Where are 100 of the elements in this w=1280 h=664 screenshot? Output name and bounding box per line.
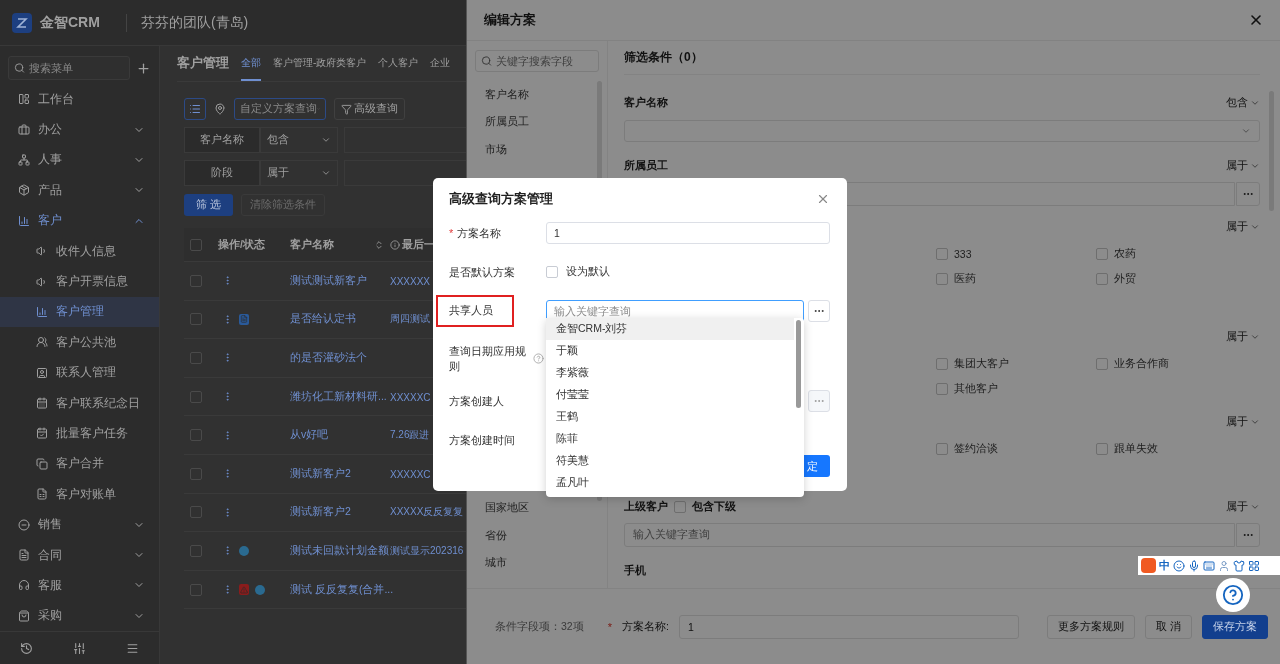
tab[interactable]: 企业 <box>430 56 451 81</box>
checkbox-option[interactable]: 医药 <box>936 266 1096 291</box>
customer-name-link[interactable]: 测试测试新客户 <box>290 273 367 286</box>
plus-icon[interactable] <box>136 60 151 76</box>
checkbox[interactable] <box>190 352 202 364</box>
shirt-icon[interactable] <box>1233 559 1245 572</box>
dropdown-option[interactable]: 王鹤 <box>546 406 794 428</box>
scheme-name-input[interactable]: 1 <box>678 614 1020 639</box>
more-button[interactable] <box>1236 182 1260 206</box>
sidebar-item[interactable]: 人事 <box>0 144 159 176</box>
tab[interactable]: 全部 <box>241 56 261 81</box>
checkbox-option[interactable]: 集团大客户 <box>936 351 1096 376</box>
customer-name-link[interactable]: 测试未回款计划金额 <box>290 543 389 556</box>
operator-select[interactable]: 属于 <box>1226 415 1260 429</box>
customer-name-link[interactable]: 从v好吧 <box>290 428 329 441</box>
checkbox[interactable] <box>1096 272 1108 285</box>
checkbox[interactable] <box>936 442 948 455</box>
checkbox[interactable] <box>190 583 202 596</box>
list-view-button[interactable] <box>184 98 206 120</box>
checkbox[interactable] <box>190 544 202 557</box>
checkbox[interactable] <box>190 390 202 403</box>
customer-name-link[interactable]: 测试新客户2 <box>290 505 351 518</box>
customer-name-link[interactable]: 潍坊化工新材料研... <box>290 389 387 402</box>
scheme-select[interactable]: 自定义方案查询 <box>234 98 326 120</box>
field-list-item[interactable]: 客户名称 <box>475 81 599 109</box>
field-list-item[interactable]: 市场 <box>475 136 599 164</box>
smiley-icon[interactable] <box>1173 559 1185 572</box>
operator-select[interactable]: 包含 <box>1226 96 1260 110</box>
customer-name-link[interactable]: 测试新客户2 <box>290 466 351 479</box>
condition-select[interactable] <box>624 120 1260 142</box>
field-list-item[interactable]: 所属员工 <box>475 108 599 136</box>
sliders-icon[interactable] <box>73 641 86 655</box>
close-icon[interactable] <box>816 192 830 206</box>
operator-select[interactable]: 属于 <box>1226 330 1260 344</box>
dropdown-option[interactable]: 陈菲 <box>546 428 794 450</box>
checkbox-option[interactable]: 签约洽谈 <box>936 436 1096 461</box>
operator-select[interactable]: 属于 <box>1226 220 1260 234</box>
checkbox[interactable] <box>190 238 202 251</box>
checkbox[interactable] <box>936 247 948 260</box>
scrollbar[interactable] <box>796 320 801 408</box>
sidebar-subitem[interactable]: 联系人管理 <box>0 357 159 388</box>
checkbox-option[interactable]: 业务合作商 <box>1096 351 1256 376</box>
checkbox[interactable] <box>1096 357 1108 370</box>
tab[interactable]: 客户管理-政府类客户 <box>273 56 367 81</box>
dropdown-option[interactable]: 于颖 <box>546 340 794 362</box>
sidebar-item[interactable]: 办公 <box>0 114 159 145</box>
person-icon[interactable] <box>1218 559 1230 572</box>
operator-select[interactable]: 属于 <box>1226 500 1260 514</box>
checkbox[interactable] <box>674 501 686 513</box>
field-list-item[interactable]: 省份 <box>475 522 599 550</box>
sidebar-subitem[interactable]: 批量客户任务 <box>0 418 159 449</box>
tab[interactable]: 个人客户 <box>378 56 419 81</box>
filter-input[interactable] <box>344 127 466 153</box>
checkbox[interactable] <box>190 429 202 442</box>
checkbox[interactable] <box>1096 442 1108 455</box>
keyboard-icon[interactable] <box>1203 559 1215 572</box>
sidebar-subitem[interactable]: 客户合并 <box>0 448 159 480</box>
advanced-search-button[interactable]: 高级查询 <box>334 98 405 120</box>
sidebar-subitem[interactable]: 客户开票信息 <box>0 266 159 297</box>
grid-icon[interactable] <box>1248 559 1260 572</box>
menu-icon[interactable] <box>126 641 139 655</box>
footer-button[interactable]: 取 消 <box>1145 614 1192 639</box>
checkbox[interactable] <box>190 274 202 287</box>
field-list-item[interactable]: 城市 <box>475 549 599 577</box>
customer-name-link[interactable]: 测试 反反复复(合并... <box>290 582 394 595</box>
checkbox[interactable] <box>936 357 948 370</box>
condition-input[interactable]: 输入关键字查询 <box>624 523 1235 547</box>
more-button[interactable] <box>1236 523 1260 547</box>
field-search-field[interactable]: 关键字搜索字段 <box>475 50 599 72</box>
checkbox[interactable] <box>190 313 202 326</box>
customer-name-link[interactable]: 的是否灌砂法个 <box>290 351 367 363</box>
checkbox[interactable] <box>190 506 202 519</box>
sidebar-item[interactable]: 采购 <box>0 600 159 632</box>
history-icon[interactable] <box>20 641 33 655</box>
dropdown-option[interactable]: 符美慧 <box>546 450 794 472</box>
sidebar-subitem[interactable]: 客户公共池 <box>0 327 159 358</box>
save-button[interactable]: 保存方案 <box>1202 614 1268 639</box>
checkbox-option[interactable]: 农药 <box>1096 241 1256 266</box>
checkbox-option[interactable]: 其他客户 <box>936 376 1096 401</box>
sidebar-item[interactable]: 合同 <box>0 539 159 571</box>
dropdown-option[interactable]: 李紫薇 <box>546 362 794 384</box>
operator-select[interactable]: 属于 <box>260 160 338 186</box>
checkbox[interactable] <box>936 382 948 395</box>
sidebar-subitem[interactable]: 客户管理 <box>0 296 159 328</box>
checkbox[interactable] <box>190 467 202 480</box>
checkbox-option[interactable]: 333 <box>936 241 1096 266</box>
sidebar-item[interactable]: 客服 <box>0 570 159 601</box>
operator-select[interactable]: 属于 <box>1226 159 1260 173</box>
footer-button[interactable]: 更多方案规则 <box>1047 614 1136 639</box>
checkbox[interactable] <box>936 272 948 285</box>
menu-search-field[interactable]: 搜索菜单 <box>8 56 130 80</box>
dropdown-option[interactable]: 金智CRM-刘芬 <box>546 318 794 340</box>
checkbox-option[interactable]: 跟单失效 <box>1096 436 1256 461</box>
sidebar-item[interactable]: 客户 <box>0 205 159 236</box>
sidebar-subitem[interactable]: 客户对账单 <box>0 479 159 510</box>
operator-select[interactable]: 包含 <box>260 127 338 153</box>
checkbox-option[interactable]: 外贸 <box>1096 266 1256 291</box>
sidebar-item[interactable]: 工作台 <box>0 84 159 115</box>
dropdown-option[interactable]: 孟凡叶 <box>546 472 794 494</box>
filter-button[interactable]: 筛 选 <box>184 194 233 216</box>
